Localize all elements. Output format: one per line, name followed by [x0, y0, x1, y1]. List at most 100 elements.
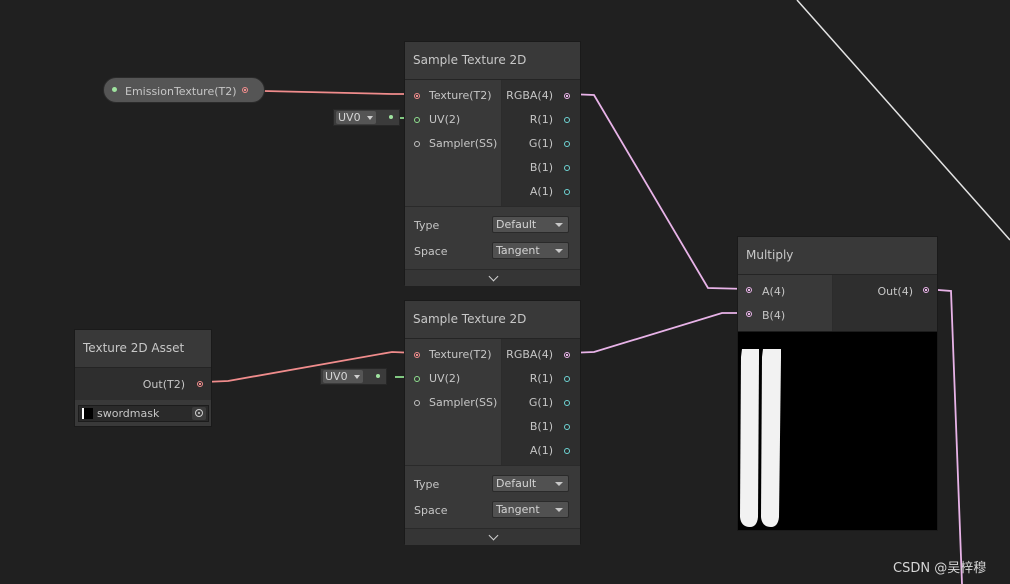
space-dropdown[interactable]: Tangent: [492, 501, 569, 518]
emission-texture-property-node[interactable]: EmissionTexture(T2): [103, 77, 265, 103]
texture-port[interactable]: [414, 93, 420, 99]
rgba-port[interactable]: [564, 93, 570, 99]
g-port[interactable]: [564, 141, 570, 147]
space-setting: Space Tangent: [413, 239, 572, 265]
uv-port[interactable]: [414, 376, 420, 382]
output-label: G(1): [528, 396, 553, 409]
csdn-watermark: CSDN @吴梓穆: [893, 561, 987, 576]
expand-chevron-icon: [488, 271, 498, 282]
chevron-down-icon: [354, 375, 360, 379]
b-port[interactable]: [564, 424, 570, 430]
output-g[interactable]: G(1): [502, 391, 580, 415]
multiply-node[interactable]: Multiply A(4) B(4) Out(4): [737, 236, 938, 531]
sword-mask-preview: [738, 330, 937, 530]
output-r[interactable]: R(1): [502, 108, 580, 132]
type-setting: Type Default: [413, 213, 572, 239]
space-label: Space: [414, 245, 448, 258]
input-sampler[interactable]: Sampler(SS): [405, 391, 501, 415]
expand-button[interactable]: [405, 269, 580, 286]
output-g[interactable]: G(1): [502, 132, 580, 156]
out-port[interactable]: [923, 287, 929, 293]
output-a[interactable]: A(1): [502, 439, 580, 463]
output-label: A(1): [529, 185, 553, 198]
asset-name: swordmask: [97, 407, 160, 420]
output-out[interactable]: Out(4): [833, 279, 937, 303]
output-rgba[interactable]: RGBA(4): [502, 84, 580, 108]
b-port[interactable]: [564, 165, 570, 171]
r-port[interactable]: [564, 117, 570, 123]
node-ports: A(4) B(4) Out(4): [738, 275, 937, 331]
uv-dropdown[interactable]: UV0: [323, 370, 363, 383]
property-label: EmissionTexture(T2): [125, 85, 237, 98]
property-output-port[interactable]: [242, 87, 248, 93]
input-label: A(4): [762, 285, 786, 298]
rgba-port[interactable]: [564, 352, 570, 358]
uv-port[interactable]: [414, 117, 420, 123]
sample-texture-2d-node-bottom[interactable]: Sample Texture 2D Texture(T2) UV(2) Samp…: [404, 300, 581, 545]
input-label: Sampler(SS): [429, 396, 498, 409]
input-texture[interactable]: Texture(T2): [405, 343, 501, 367]
inputs-column: Texture(T2) UV(2) Sampler(SS): [405, 339, 502, 465]
type-label: Type: [414, 219, 440, 232]
output-label: R(1): [529, 113, 553, 126]
outputs-column: RGBA(4) R(1) G(1) B(1) A(1): [502, 339, 580, 465]
type-value: Default: [496, 477, 537, 490]
node-title[interactable]: Sample Texture 2D: [405, 42, 580, 80]
input-uv[interactable]: UV(2): [405, 367, 501, 391]
expand-button[interactable]: [405, 528, 580, 545]
g-port[interactable]: [564, 400, 570, 406]
space-label: Space: [414, 504, 448, 517]
space-setting: Space Tangent: [413, 498, 572, 524]
output-label: Out(T2): [142, 378, 185, 391]
b-port[interactable]: [746, 311, 752, 317]
sampler-port[interactable]: [414, 141, 420, 147]
uv-value: UV0: [325, 370, 348, 383]
texture-2d-asset-node[interactable]: Texture 2D Asset Out(T2) swordmask: [74, 329, 212, 427]
output-label: A(1): [529, 444, 553, 457]
input-texture[interactable]: Texture(T2): [405, 84, 501, 108]
a-port[interactable]: [564, 448, 570, 454]
sample-texture-2d-node-top[interactable]: Sample Texture 2D Texture(T2) UV(2) Samp…: [404, 41, 581, 286]
uv-input-box-bottom[interactable]: UV0: [320, 368, 387, 385]
input-label: Texture(T2): [429, 348, 492, 361]
type-dropdown[interactable]: Default: [492, 475, 569, 492]
a-port[interactable]: [746, 287, 752, 293]
space-dropdown[interactable]: Tangent: [492, 242, 569, 259]
uv-input-box-top[interactable]: UV0: [333, 109, 400, 126]
space-value: Tangent: [496, 503, 540, 516]
input-label: Sampler(SS): [429, 137, 498, 150]
output-texture[interactable]: Out(T2): [75, 368, 211, 400]
chevron-down-icon: [367, 116, 373, 120]
output-b[interactable]: B(1): [502, 415, 580, 439]
type-label: Type: [414, 478, 440, 491]
type-dropdown[interactable]: Default: [492, 216, 569, 233]
node-title[interactable]: Multiply: [738, 237, 937, 275]
r-port[interactable]: [564, 376, 570, 382]
chevron-down-icon: [555, 508, 563, 512]
sampler-port[interactable]: [414, 400, 420, 406]
texture-out-port[interactable]: [197, 381, 203, 387]
output-label: Out(4): [877, 285, 913, 298]
input-uv[interactable]: UV(2): [405, 108, 501, 132]
input-a[interactable]: A(4): [738, 279, 832, 303]
node-title[interactable]: Sample Texture 2D: [405, 301, 580, 339]
input-b[interactable]: B(4): [738, 303, 832, 327]
texture-port[interactable]: [414, 352, 420, 358]
expand-chevron-icon: [488, 530, 498, 541]
type-setting: Type Default: [413, 472, 572, 498]
node-settings: Type Default Space Tangent: [405, 465, 580, 528]
node-title[interactable]: Texture 2D Asset: [75, 330, 211, 368]
output-a[interactable]: A(1): [502, 180, 580, 204]
output-r[interactable]: R(1): [502, 367, 580, 391]
space-value: Tangent: [496, 244, 540, 257]
object-picker-icon[interactable]: [192, 407, 206, 420]
output-rgba[interactable]: RGBA(4): [502, 343, 580, 367]
asset-field[interactable]: swordmask: [78, 405, 209, 422]
a-port[interactable]: [564, 189, 570, 195]
uv-dropdown[interactable]: UV0: [336, 111, 376, 124]
uv-connector-dot: [389, 115, 393, 119]
input-sampler[interactable]: Sampler(SS): [405, 132, 501, 156]
node-ports: Texture(T2) UV(2) Sampler(SS) RGBA(4) R(…: [405, 339, 580, 465]
output-b[interactable]: B(1): [502, 156, 580, 180]
node-ports: Texture(T2) UV(2) Sampler(SS) RGBA(4) R(…: [405, 80, 580, 206]
